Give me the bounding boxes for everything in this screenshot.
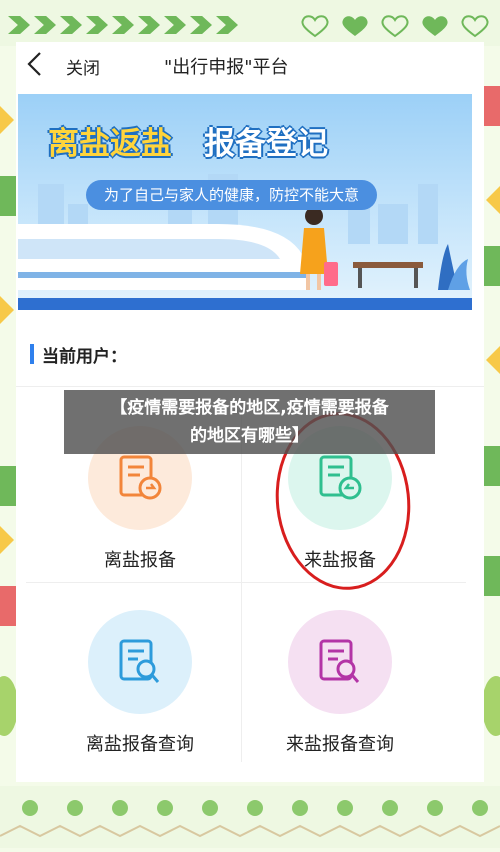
user-accent-bar	[30, 344, 34, 364]
chevron-pattern	[8, 16, 238, 34]
tile-label: 来盐报备查询	[286, 734, 394, 755]
page-title: "出行申报"平台	[164, 57, 289, 78]
header-bar: 关闭 "出行申报"平台	[16, 42, 484, 86]
tile-icon-circle	[88, 610, 192, 714]
document-arrow-right-icon	[119, 455, 162, 500]
banner-title-part2: 报备登记	[204, 126, 328, 162]
right-decor-border	[482, 46, 500, 786]
bottom-decor-border	[0, 786, 500, 848]
arrive-report-query-tile[interactable]: 来盐报备查询	[240, 610, 440, 770]
caption-line-1: 【疫情需要报备的地区,疫情需要报备	[110, 398, 389, 418]
banner-subtitle: 为了自己与家人的健康，防控不能大意	[86, 180, 378, 210]
banner-image: 离盐返盐 报备登记 为了自己与家人的健康，防控不能大意	[18, 94, 472, 310]
caption-line-2: 的地区有哪些】	[190, 426, 309, 446]
current-user-label: 当前用户：	[42, 347, 127, 367]
leave-report-query-tile[interactable]: 离盐报备查询	[40, 610, 240, 770]
heart-icon	[380, 14, 410, 38]
top-decor-border	[0, 0, 500, 46]
back-button[interactable]	[22, 50, 48, 78]
tile-label: 离盐报备	[104, 550, 176, 571]
banner-ground-strip	[18, 298, 472, 310]
heart-icon	[300, 14, 330, 38]
banner-title-part1: 离盐返盐	[48, 126, 172, 162]
caption-overlay: 【疫情需要报备的地区,疫情需要报备 的地区有哪些】	[64, 390, 435, 454]
hearts-pattern	[300, 14, 490, 38]
document-search-icon	[119, 639, 160, 683]
current-user-row: 当前用户：	[16, 326, 484, 387]
close-link[interactable]: 关闭	[66, 54, 100, 79]
document-search-icon	[319, 639, 360, 683]
heart-icon	[340, 14, 370, 38]
tile-icon-circle	[288, 610, 392, 714]
tile-label: 离盐报备查询	[86, 734, 194, 755]
heart-icon	[420, 14, 450, 38]
heart-icon	[460, 14, 490, 38]
chevron-left-icon	[27, 52, 41, 76]
